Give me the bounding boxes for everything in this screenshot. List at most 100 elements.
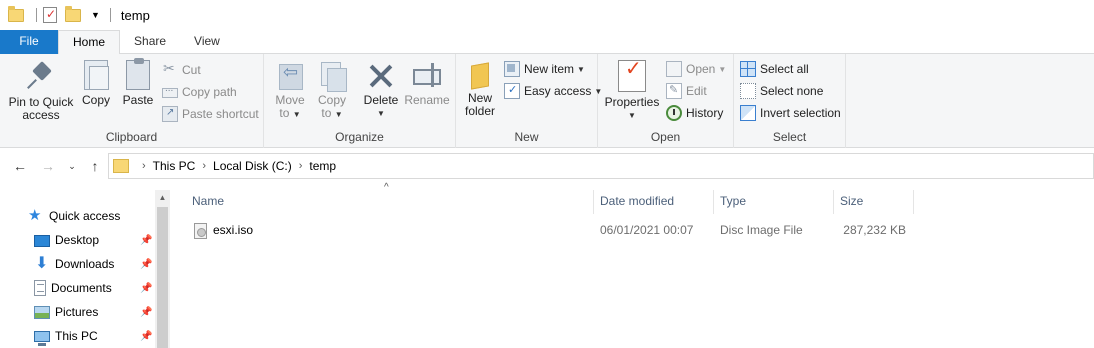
easy-access-button[interactable]: Easy access ▼	[504, 81, 602, 101]
organize-group: Move to ▼ Copy to ▼ Delete ▼ Rename Orga…	[264, 54, 456, 148]
forward-arrow-icon: →	[41, 158, 55, 174]
rename-label: Rename	[404, 93, 450, 107]
pin-icon: 📌	[140, 234, 153, 246]
recent-dropdown-icon: ⌄	[68, 161, 76, 171]
paste-shortcut-button[interactable]: Paste shortcut	[162, 104, 259, 124]
disc-image-icon	[194, 222, 207, 239]
select-none-button[interactable]: Select none	[740, 81, 823, 101]
tab-view[interactable]: View	[180, 30, 234, 54]
up-arrow-icon: ↑	[91, 158, 99, 174]
column-header-date-modified[interactable]: Date modified	[594, 190, 714, 214]
folder-icon	[65, 6, 81, 22]
open-group-label: Open	[650, 130, 681, 144]
navigation-row: ← → ⌄ ↑ › This PC › Local Disk (C:) › te…	[0, 150, 1094, 182]
pin-icon: 📌	[140, 258, 153, 270]
paste-button[interactable]: Paste	[120, 58, 156, 107]
copy-to-button[interactable]: Copy to ▼	[312, 60, 352, 121]
address-bar[interactable]: › This PC › Local Disk (C:) › temp	[108, 153, 1094, 179]
title-bar: ▼ temp	[0, 0, 1094, 30]
open-button[interactable]: Open ▼	[666, 59, 726, 79]
window-title: temp	[120, 7, 150, 23]
delete-icon	[366, 60, 396, 90]
recent-locations-dropdown[interactable]: ⌄	[62, 157, 82, 175]
column-header-size[interactable]: Size	[834, 190, 914, 214]
chevron-down-icon: ▼	[377, 109, 385, 118]
nav-item-documents[interactable]: Documents 📌	[34, 276, 156, 300]
column-header-name[interactable]: Name	[186, 190, 594, 214]
nav-label: Documents	[51, 281, 112, 295]
properties-button[interactable]: Properties ▼	[604, 60, 660, 122]
scroll-up-button[interactable]: ▲	[155, 190, 170, 205]
ribbon-tabs: File Home Share View	[0, 30, 1094, 55]
nav-item-this-pc[interactable]: This PC 📌	[34, 324, 156, 348]
nav-item-quick-access[interactable]: Quick access	[28, 204, 120, 228]
nav-item-desktop[interactable]: Desktop 📌	[34, 228, 156, 252]
history-button[interactable]: History	[666, 103, 723, 123]
nav-label: Pictures	[55, 305, 99, 319]
pin-icon	[25, 60, 57, 92]
pin-icon: 📌	[140, 306, 153, 318]
file-size: 287,232 KB	[843, 223, 906, 237]
file-name: esxi.iso	[213, 223, 254, 237]
tab-home[interactable]: Home	[58, 30, 121, 55]
copy-path-label: Copy path	[182, 85, 237, 99]
invert-selection-button[interactable]: Invert selection	[740, 103, 841, 123]
column-header-type[interactable]: Type	[714, 190, 834, 214]
properties-quick-button[interactable]	[43, 7, 59, 23]
copy-button[interactable]: Copy	[78, 60, 114, 107]
navigation-pane: Quick access Desktop 📌 Downloads 📌 Docum…	[0, 190, 170, 348]
star-icon	[28, 206, 44, 224]
copy-to-label-to: to	[321, 106, 332, 120]
file-name-cell[interactable]: esxi.iso	[194, 219, 253, 241]
nav-item-pictures[interactable]: Pictures 📌	[34, 300, 156, 324]
move-to-button[interactable]: Move to ▼	[270, 60, 310, 121]
edit-icon	[666, 83, 682, 99]
customize-toolbar-dropdown[interactable]: ▼	[91, 10, 100, 20]
history-icon	[666, 105, 682, 121]
rename-button[interactable]: Rename	[404, 60, 450, 107]
new-folder-button[interactable]: New folder	[462, 60, 498, 118]
breadcrumb-separator[interactable]: ›	[299, 160, 303, 172]
breadcrumb-separator[interactable]: ›	[142, 160, 146, 172]
file-row[interactable]: esxi.iso 06/01/2021 00:07 Disc Image Fil…	[186, 219, 1094, 241]
new-folder-quick-button[interactable]	[65, 6, 81, 23]
delete-label: Delete	[363, 93, 399, 107]
file-date-modified: 06/01/2021 00:07	[600, 223, 694, 237]
file-type: Disc Image File	[720, 223, 803, 237]
documents-icon	[34, 280, 46, 296]
breadcrumb-temp[interactable]: temp	[309, 159, 336, 173]
copy-label: Copy	[81, 93, 110, 107]
easy-access-label: Easy access	[524, 84, 592, 98]
breadcrumb-separator[interactable]: ›	[202, 160, 206, 172]
cut-label: Cut	[182, 63, 201, 77]
tab-file[interactable]: File	[0, 30, 58, 54]
cut-icon	[162, 60, 178, 78]
new-item-icon	[504, 61, 520, 77]
copy-path-icon	[162, 83, 178, 98]
rename-icon	[411, 60, 443, 90]
delete-button[interactable]: Delete ▼	[362, 60, 400, 120]
new-folder-label-line2: folder	[464, 104, 496, 118]
pin-icon: 📌	[140, 330, 153, 342]
select-all-button[interactable]: Select all	[740, 59, 809, 79]
tab-share[interactable]: Share	[120, 30, 180, 54]
new-item-button[interactable]: New item ▼	[504, 59, 585, 79]
paste-shortcut-label: Paste shortcut	[182, 107, 259, 121]
up-button[interactable]: ↑	[85, 157, 105, 175]
forward-button[interactable]: →	[38, 157, 58, 175]
navigation-pane-scrollbar[interactable]: ▲	[155, 190, 170, 348]
download-icon	[34, 253, 50, 273]
pin-to-quick-access-button[interactable]: Pin to Quick access	[6, 60, 76, 122]
breadcrumb-this-pc[interactable]: This PC	[153, 159, 196, 173]
folder-icon	[113, 159, 129, 173]
divider	[36, 8, 37, 22]
cut-button[interactable]: Cut	[162, 60, 201, 80]
scrollbar-thumb[interactable]	[157, 207, 168, 348]
back-button[interactable]: ←	[10, 157, 30, 175]
copy-path-button[interactable]: Copy path	[162, 82, 237, 102]
edit-button[interactable]: Edit	[666, 81, 707, 101]
organize-group-label: Organize	[335, 130, 384, 144]
breadcrumb-local-disk[interactable]: Local Disk (C:)	[213, 159, 292, 173]
select-none-icon	[740, 83, 756, 99]
nav-item-downloads[interactable]: Downloads 📌	[34, 252, 156, 276]
